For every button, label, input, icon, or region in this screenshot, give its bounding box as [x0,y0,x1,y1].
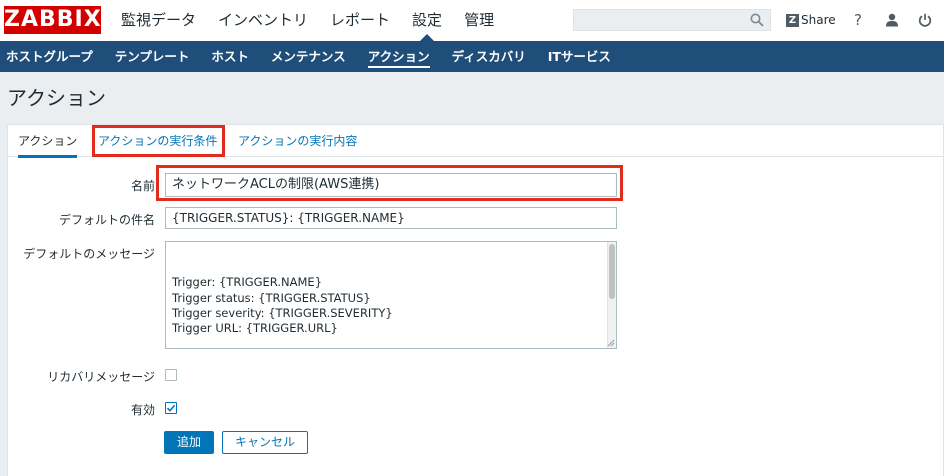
search-icon[interactable] [750,13,764,27]
cancel-button[interactable]: キャンセル [222,431,309,454]
enabled-checkbox[interactable] [165,402,177,414]
menu-inventory[interactable]: インベントリ [207,0,319,41]
user-icon[interactable] [882,10,902,30]
menu-monitoring[interactable]: 監視データ [110,0,207,41]
check-icon [166,404,176,412]
subnav-discovery[interactable]: ディスカバリ [441,41,537,72]
main-menu: 監視データ インベントリ レポート 設定 管理 [110,0,505,41]
name-label: 名前 [130,179,155,193]
menu-administration[interactable]: 管理 [453,0,505,41]
top-header: ZABBIX 監視データ インベントリ レポート 設定 管理 Z Share ? [0,0,944,41]
search-input[interactable] [573,9,771,31]
scrollbar-thumb[interactable] [609,244,615,299]
subnav-it-services[interactable]: ITサービス [537,41,622,72]
subject-field[interactable]: {TRIGGER.STATUS}: {TRIGGER.NAME} [165,207,617,229]
subnav-templates[interactable]: テンプレート [104,41,201,72]
resize-handle-icon[interactable] [607,339,615,347]
highlight-box-name [156,165,623,201]
menu-configuration[interactable]: 設定 [401,0,453,41]
message-text: Trigger: {TRIGGER.NAME} Trigger status: … [172,275,393,336]
highlight-box-tab [92,125,225,157]
share-icon: Z [786,13,799,27]
menu-reports[interactable]: レポート [319,0,401,41]
add-button[interactable]: 追加 [164,431,215,454]
subnav-host-groups[interactable]: ホストグループ [0,41,104,72]
page-title: アクション [7,86,106,110]
sub-navigation: ホストグループ テンプレート ホスト メンテナンス アクション ディスカバリ I… [0,41,944,72]
message-textarea[interactable]: Trigger: {TRIGGER.NAME} Trigger status: … [165,241,617,349]
share-label: Share [801,13,836,27]
tab-operations[interactable]: アクションの実行内容 [238,125,357,157]
recovery-label: リカバリメッセージ [47,370,155,384]
action-form-panel: アクション アクションの実行条件 アクションの実行内容 名前 ネットワークACL… [7,124,944,476]
subnav-maintenance[interactable]: メンテナンス [260,41,357,72]
recovery-checkbox[interactable] [165,369,177,381]
subnav-actions[interactable]: アクション [357,41,441,72]
tab-action[interactable]: アクション [18,125,78,158]
message-label: デフォルトのメッセージ [23,247,155,261]
share-link[interactable]: Z Share [786,11,836,29]
logout-icon[interactable] [915,10,935,30]
zabbix-logo[interactable]: ZABBIX [4,6,101,34]
subnav-hosts[interactable]: ホスト [200,41,260,72]
subject-label: デフォルトの件名 [58,213,155,227]
help-icon[interactable]: ? [848,10,868,30]
message-scrollbar[interactable] [607,242,616,348]
enabled-label: 有効 [130,403,155,417]
